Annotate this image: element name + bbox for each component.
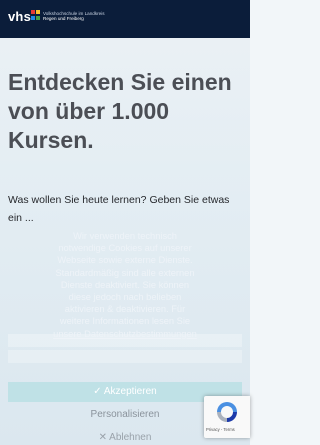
vhs-logo-mark-icon (31, 10, 40, 20)
cookie-notice-text: Wir verwenden technisch notwendige Cooki… (52, 230, 198, 340)
cookie-notice-body: Wir verwenden technisch notwendige Cooki… (55, 231, 195, 327)
banner-backdrop-band (8, 350, 242, 363)
recaptcha-icon (217, 402, 237, 422)
personalize-cookies-button[interactable]: Personalisieren (60, 408, 190, 422)
vhs-logo[interactable]: vhs (8, 9, 31, 24)
org-name: Volkshochschule im Landkreis Regen und F… (43, 11, 113, 21)
privacy-policy-link[interactable]: unsere Datenschutzbestimmungen (53, 329, 197, 339)
recaptcha-badge[interactable]: Privacy - Terms (204, 396, 250, 438)
top-header: vhs Volkshochschule im Landkreis Regen u… (0, 0, 250, 38)
org-name-line2: Regen und Freiberg (43, 16, 84, 21)
recaptcha-privacy-terms[interactable]: Privacy - Terms (206, 427, 250, 432)
page-title: Entdecken Sie einen von über 1.000 Kurse… (8, 69, 232, 153)
decline-cookies-button[interactable]: ✕ Ablehnen (70, 431, 180, 445)
